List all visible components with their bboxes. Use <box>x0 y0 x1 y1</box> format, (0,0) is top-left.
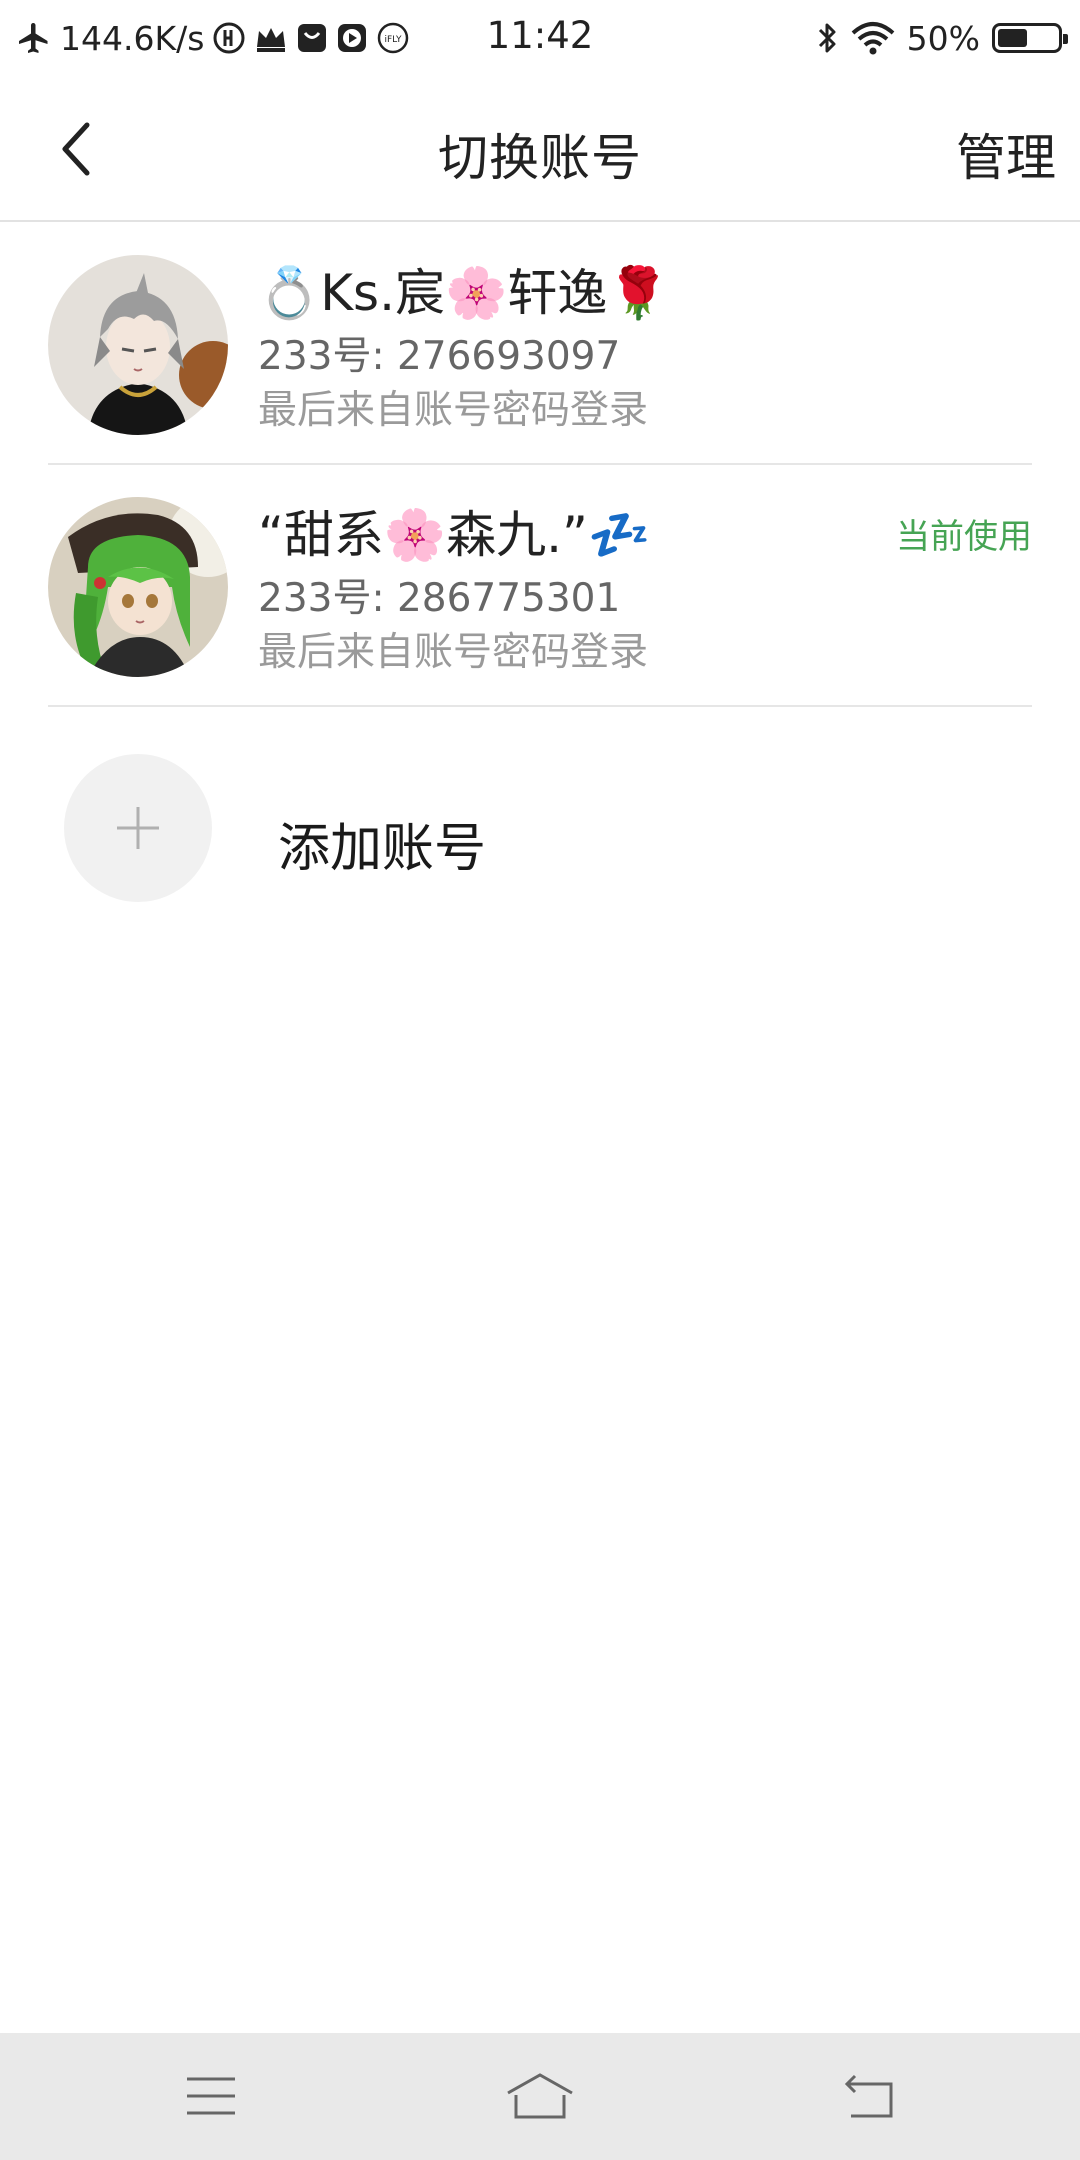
avatar <box>48 497 228 677</box>
avatar <box>48 255 228 435</box>
menu-icon <box>187 2077 235 2115</box>
battery-percent: 50% <box>906 18 980 58</box>
return-icon <box>844 2074 893 2118</box>
status-bar: 144.6K/s iFLY 11:42 50% <box>0 0 1080 76</box>
bluetooth-icon <box>815 20 839 56</box>
add-account-label: 添加账号 <box>278 819 487 879</box>
account-id: 233号: 276693097 <box>258 334 621 379</box>
account-login-meta: 最后来自账号密码登录 <box>258 388 649 433</box>
page-title: 切换账号 <box>438 129 642 187</box>
account-id: 233号: 286775301 <box>258 576 621 621</box>
navigation-bar <box>0 2033 1080 2160</box>
home-icon <box>507 2073 573 2119</box>
status-right: 50% <box>815 14 1068 62</box>
menu-button[interactable] <box>166 2061 256 2131</box>
account-row[interactable]: “甜系🌸森九.”💤 233号: 286775301 最后来自账号密码登录 当前使… <box>48 467 1032 707</box>
battery-fill <box>998 29 1027 47</box>
account-login-meta: 最后来自账号密码登录 <box>258 630 649 675</box>
current-account-badge: 当前使用 <box>896 517 1032 557</box>
add-account-button[interactable]: 添加账号 <box>48 714 1032 904</box>
account-row[interactable]: 💍Ks.宸🌸轩逸🌹 233号: 276693097 最后来自账号密码登录 <box>48 225 1032 465</box>
account-name: 💍Ks.宸🌸轩逸🌹 <box>258 264 670 322</box>
header: 切换账号 管理 <box>0 76 1080 222</box>
home-button[interactable] <box>495 2061 585 2131</box>
manage-button[interactable]: 管理 <box>956 118 1056 190</box>
add-account-circle <box>64 754 212 902</box>
return-button[interactable] <box>824 2061 914 2131</box>
wifi-icon <box>851 21 895 55</box>
plus-icon <box>117 807 159 849</box>
battery-icon <box>992 23 1068 53</box>
account-name: “甜系🌸森九.”💤 <box>258 506 651 564</box>
battery-tip <box>1063 34 1068 44</box>
